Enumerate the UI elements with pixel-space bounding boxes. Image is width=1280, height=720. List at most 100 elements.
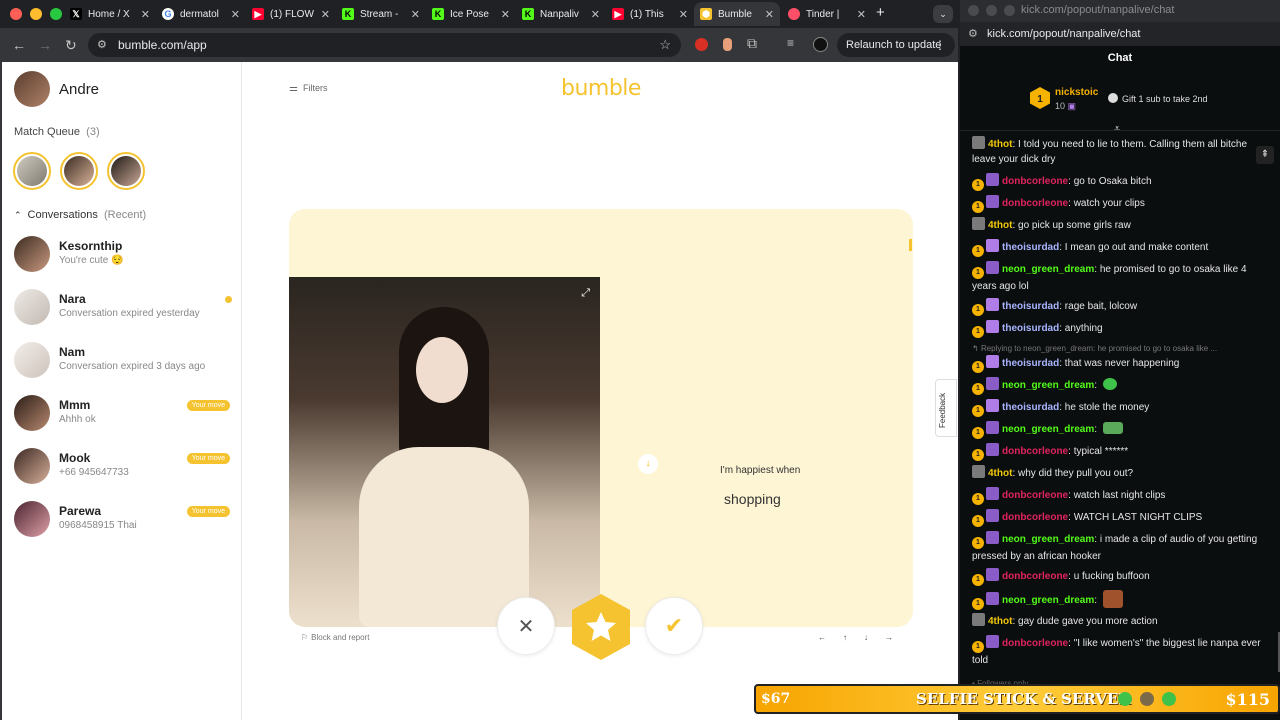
tab-ice-pose[interactable]: K Ice Pose ✕ xyxy=(426,2,516,26)
chat-message[interactable]: 1 theoisurdad: I mean go out and make con… xyxy=(972,239,1268,257)
chat-message[interactable]: 1 theoisurdad: that was never happening xyxy=(972,355,1268,373)
tab-bumble[interactable]: ⬢ Bumble ✕ xyxy=(694,2,780,26)
chat-message[interactable]: 4thot: go pick up some girls raw xyxy=(972,217,1268,233)
profile-avatar[interactable] xyxy=(813,37,828,52)
chat-message[interactable]: 1 donbcorleone: WATCH LAST NIGHT CLIPS xyxy=(972,509,1268,527)
profile-photo[interactable]: ⤢ xyxy=(289,277,600,627)
chat-message[interactable]: 1 neon_green_dream: he promised to go to … xyxy=(972,261,1268,294)
chat-message[interactable]: 1 donbcorleone: watch your clips xyxy=(972,195,1268,213)
match-queue-item[interactable] xyxy=(60,152,98,190)
gift-sub-button[interactable]: Gift 1 sub to take 2nd xyxy=(1108,93,1208,104)
close-tab-icon[interactable]: ✕ xyxy=(501,8,510,21)
chevron-up-icon: ⌃ xyxy=(14,210,22,220)
zoom-window-button[interactable] xyxy=(50,8,62,20)
more-menu-icon[interactable]: ⋮ xyxy=(934,38,946,52)
top-gifter-name[interactable]: nickstoic xyxy=(1055,87,1098,98)
filters-button[interactable]: ⚌ Filters xyxy=(289,83,327,94)
reply-context[interactable]: ↰ Replying to neon_green_dream: he promi… xyxy=(972,341,1268,356)
conversation-item[interactable]: Nara Conversation expired yesterday xyxy=(14,289,234,329)
chat-message[interactable]: 1 neon_green_dream: i made a clip of audi… xyxy=(972,531,1268,564)
chat-message[interactable]: 4thot: why did they pull you out? xyxy=(972,465,1268,481)
avatar xyxy=(14,289,50,325)
window-title: kick.com/popout/nanpalive/chat xyxy=(1021,4,1175,16)
superswipe-button[interactable] xyxy=(566,592,636,662)
site-info-icon[interactable]: ⚙ xyxy=(97,38,107,51)
close-tab-icon[interactable]: ✕ xyxy=(857,8,866,21)
scroll-down-icon[interactable]: ↓ xyxy=(638,454,658,474)
conversation-item[interactable]: Nam Conversation expired 3 days ago xyxy=(14,342,234,382)
chat-message[interactable]: 1 theoisurdad: he stole the money xyxy=(972,399,1268,417)
block-report-link[interactable]: ⚐ Block and report xyxy=(301,633,369,642)
forward-icon[interactable]: → xyxy=(38,36,52,54)
conversation-item[interactable]: Kesornthip You're cute 😌 xyxy=(14,236,234,276)
tab-tinder[interactable]: Tinder | ✕ xyxy=(782,2,872,26)
conversation-item[interactable]: Parewa 0968458915 Thai Your move xyxy=(14,501,234,541)
conversation-item[interactable]: Mook +66 945647733 Your move xyxy=(14,448,234,488)
top-gifter-badge: 1 xyxy=(1030,87,1050,109)
user-name[interactable]: Andre xyxy=(59,81,99,98)
close-tab-icon[interactable]: ✕ xyxy=(141,8,150,21)
chat-message[interactable]: 1 neon_green_dream: xyxy=(972,377,1268,395)
conversation-item[interactable]: Mmm Ahhh ok Your move xyxy=(14,395,234,435)
tab-x[interactable]: 𝕏 Home / X ✕ xyxy=(64,2,156,26)
close-tab-icon[interactable]: ✕ xyxy=(231,8,240,21)
media-control-icon[interactable]: ≡ xyxy=(787,36,794,50)
avatar xyxy=(14,395,50,431)
superswipe-icon xyxy=(572,594,630,660)
relaunch-button[interactable]: Relaunch to update ⋮ xyxy=(837,33,955,57)
close-tab-icon[interactable]: ✕ xyxy=(591,8,600,21)
chat-message[interactable]: 4thot: I told you need to lie to them. C… xyxy=(972,136,1268,167)
chat-message[interactable]: 1 neon_green_dream: xyxy=(972,590,1268,610)
bookmark-star-icon[interactable]: ☆ xyxy=(659,37,671,53)
chat-message[interactable]: 1 theoisurdad: rage bait, lolcow xyxy=(972,298,1268,316)
chat-message[interactable]: 1 neon_green_dream: xyxy=(972,421,1268,439)
arrow-up-icon: ↑ xyxy=(843,633,847,642)
close-tab-icon[interactable]: ✕ xyxy=(679,8,688,21)
match-queue-heading: Match Queue (3) xyxy=(14,126,100,138)
chat-message[interactable]: 1 donbcorleone: u fucking buffoon xyxy=(972,568,1268,586)
match-queue-item[interactable] xyxy=(107,152,145,190)
user-avatar[interactable] xyxy=(14,71,50,107)
tab-flow[interactable]: ▶ (1) FLOW ✕ xyxy=(246,2,336,26)
address-bar[interactable]: ⚙ bumble.com/app ☆ xyxy=(88,33,681,57)
your-move-badge: Your move xyxy=(186,453,230,464)
tab-search-button[interactable]: ⌄ xyxy=(933,5,953,23)
close-window-button[interactable] xyxy=(10,8,22,20)
bumble-logo[interactable]: bumble xyxy=(561,76,641,101)
minimize-window-button[interactable] xyxy=(30,8,42,20)
close-window-button[interactable] xyxy=(968,5,979,16)
extension-icon[interactable] xyxy=(695,38,708,51)
tab-nanpalive[interactable]: K Nanpaliv ✕ xyxy=(516,2,606,26)
close-tab-icon[interactable]: ✕ xyxy=(765,8,774,21)
conversations-heading[interactable]: ⌃ Conversations (Recent) xyxy=(14,209,146,221)
chat-message[interactable]: 4thot: gay dude gave you more action xyxy=(972,613,1268,629)
chat-message[interactable]: 1 donbcorleone: "I like women's" the bigg… xyxy=(972,635,1268,668)
avatar xyxy=(14,448,50,484)
chat-message[interactable]: 1 donbcorleone: go to Osaka bitch xyxy=(972,173,1268,191)
extension-icon[interactable] xyxy=(723,38,732,51)
ticker-emotes xyxy=(1118,692,1176,706)
match-queue-item[interactable] xyxy=(13,152,51,190)
feedback-tab[interactable]: Feedback xyxy=(935,379,957,437)
chat-message[interactable]: 1 donbcorleone: watch last night clips xyxy=(972,487,1268,505)
pass-button[interactable]: ✕ xyxy=(497,597,555,655)
like-button[interactable]: ✔ xyxy=(645,597,703,655)
chat-message[interactable]: 1 donbcorleone: typical ****** xyxy=(972,443,1268,461)
new-tab-button[interactable]: + xyxy=(876,4,885,21)
swipe-area: ⚌ Filters bumble ⤢ ↓ I'm happiest when sh… xyxy=(243,62,958,720)
reload-icon[interactable]: ↻ xyxy=(65,36,77,54)
expand-icon[interactable]: ⤢ xyxy=(581,287,590,300)
close-tab-icon[interactable]: ✕ xyxy=(321,8,330,21)
prompt-label: I'm happiest when xyxy=(720,465,801,476)
tab-dermatol[interactable]: Gdermatol ✕ xyxy=(156,2,246,26)
popout-address-bar[interactable]: ⚙ kick.com/popout/nanpalive/chat xyxy=(960,22,1280,46)
site-info-icon[interactable]: ⚙ xyxy=(968,27,978,40)
chat-message[interactable]: 1 theoisurdad: anything xyxy=(972,320,1268,338)
back-icon[interactable]: ← xyxy=(12,36,26,54)
tab-stream[interactable]: K Stream - ✕ xyxy=(336,2,426,26)
extensions-puzzle-icon[interactable]: ⧉ xyxy=(747,35,757,52)
minimize-window-button[interactable] xyxy=(986,5,997,16)
zoom-window-button[interactable] xyxy=(1004,5,1015,16)
close-tab-icon[interactable]: ✕ xyxy=(411,8,420,21)
tab-this[interactable]: ▶ (1) This ✕ xyxy=(606,2,694,26)
